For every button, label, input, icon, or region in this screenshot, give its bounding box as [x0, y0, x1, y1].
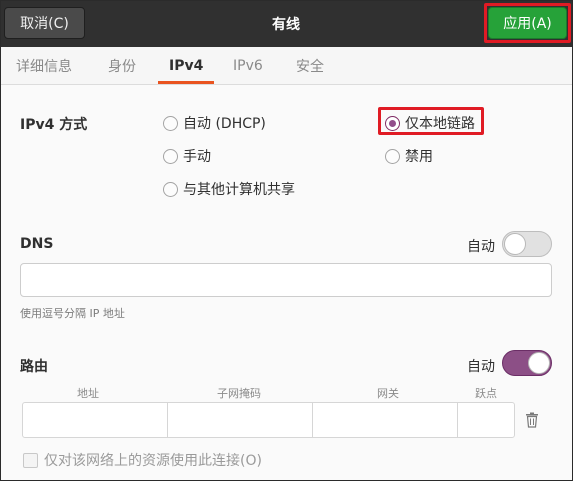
- routes-auto-label: 自动: [467, 359, 495, 375]
- radio-button-icon: [163, 181, 178, 197]
- route-netmask-input[interactable]: [167, 402, 313, 438]
- ipv4-method-label: IPv4 方式: [20, 117, 88, 133]
- toggle-knob: [504, 233, 526, 255]
- only-local-resources-checkbox[interactable]: 仅对该网络上的资源使用此连接(O): [23, 450, 262, 470]
- tab-ipv4[interactable]: IPv4: [169, 47, 203, 85]
- active-tab-indicator: [158, 81, 214, 84]
- toggle-knob: [528, 352, 550, 374]
- checkbox-label: 仅对该网络上的资源使用此连接(O): [44, 453, 262, 469]
- radio-label: 与其他计算机共享: [183, 182, 295, 198]
- column-header-metric: 跃点: [475, 387, 497, 400]
- radio-auto-dhcp[interactable]: 自动 (DHCP): [163, 113, 266, 133]
- dns-input[interactable]: [20, 263, 552, 297]
- tab-security[interactable]: 安全: [296, 47, 324, 85]
- dns-auto-label: 自动: [467, 239, 495, 255]
- routes-auto-toggle[interactable]: [502, 350, 552, 376]
- routes-label: 路由: [20, 359, 48, 375]
- apply-button[interactable]: 应用(A): [488, 7, 567, 39]
- radio-button-checked-icon: [385, 115, 400, 131]
- radio-button-icon: [163, 115, 178, 131]
- radio-label: 手动: [183, 149, 211, 165]
- radio-disabled[interactable]: 禁用: [385, 146, 433, 166]
- delete-route-button[interactable]: [517, 403, 547, 437]
- radio-button-icon: [385, 148, 400, 164]
- radio-label: 禁用: [405, 149, 433, 165]
- column-header-netmask: 子网掩码: [217, 387, 261, 400]
- dialog-title: 有线: [272, 17, 300, 33]
- tab-identity[interactable]: 身份: [108, 47, 136, 85]
- route-gateway-input[interactable]: [312, 402, 458, 438]
- column-header-gateway: 网关: [377, 387, 399, 400]
- tab-ipv6[interactable]: IPv6: [233, 47, 263, 85]
- dns-hint: 使用逗号分隔 IP 地址: [20, 307, 125, 320]
- radio-manual[interactable]: 手动: [163, 146, 211, 166]
- radio-label: 自动 (DHCP): [183, 116, 266, 132]
- network-settings-dialog: 取消(C) 有线 应用(A) 详细信息 身份 IPv4 IPv6 安全 IPv4…: [0, 0, 573, 481]
- cancel-button[interactable]: 取消(C): [4, 7, 85, 39]
- column-header-address: 地址: [77, 387, 99, 400]
- checkbox-icon: [23, 452, 38, 468]
- tab-bar: 详细信息 身份 IPv4 IPv6 安全: [1, 47, 572, 85]
- dns-label: DNS: [20, 236, 54, 252]
- radio-link-local-only[interactable]: 仅本地链路: [385, 113, 475, 133]
- route-address-input[interactable]: [22, 402, 168, 438]
- route-metric-input[interactable]: [457, 402, 515, 438]
- header-bar: 取消(C) 有线 应用(A): [1, 1, 572, 47]
- radio-shared[interactable]: 与其他计算机共享: [163, 179, 295, 199]
- dns-auto-toggle[interactable]: [502, 231, 552, 257]
- radio-button-icon: [163, 148, 178, 164]
- tab-details[interactable]: 详细信息: [16, 47, 72, 85]
- radio-label: 仅本地链路: [405, 116, 475, 132]
- trash-icon: [526, 412, 538, 428]
